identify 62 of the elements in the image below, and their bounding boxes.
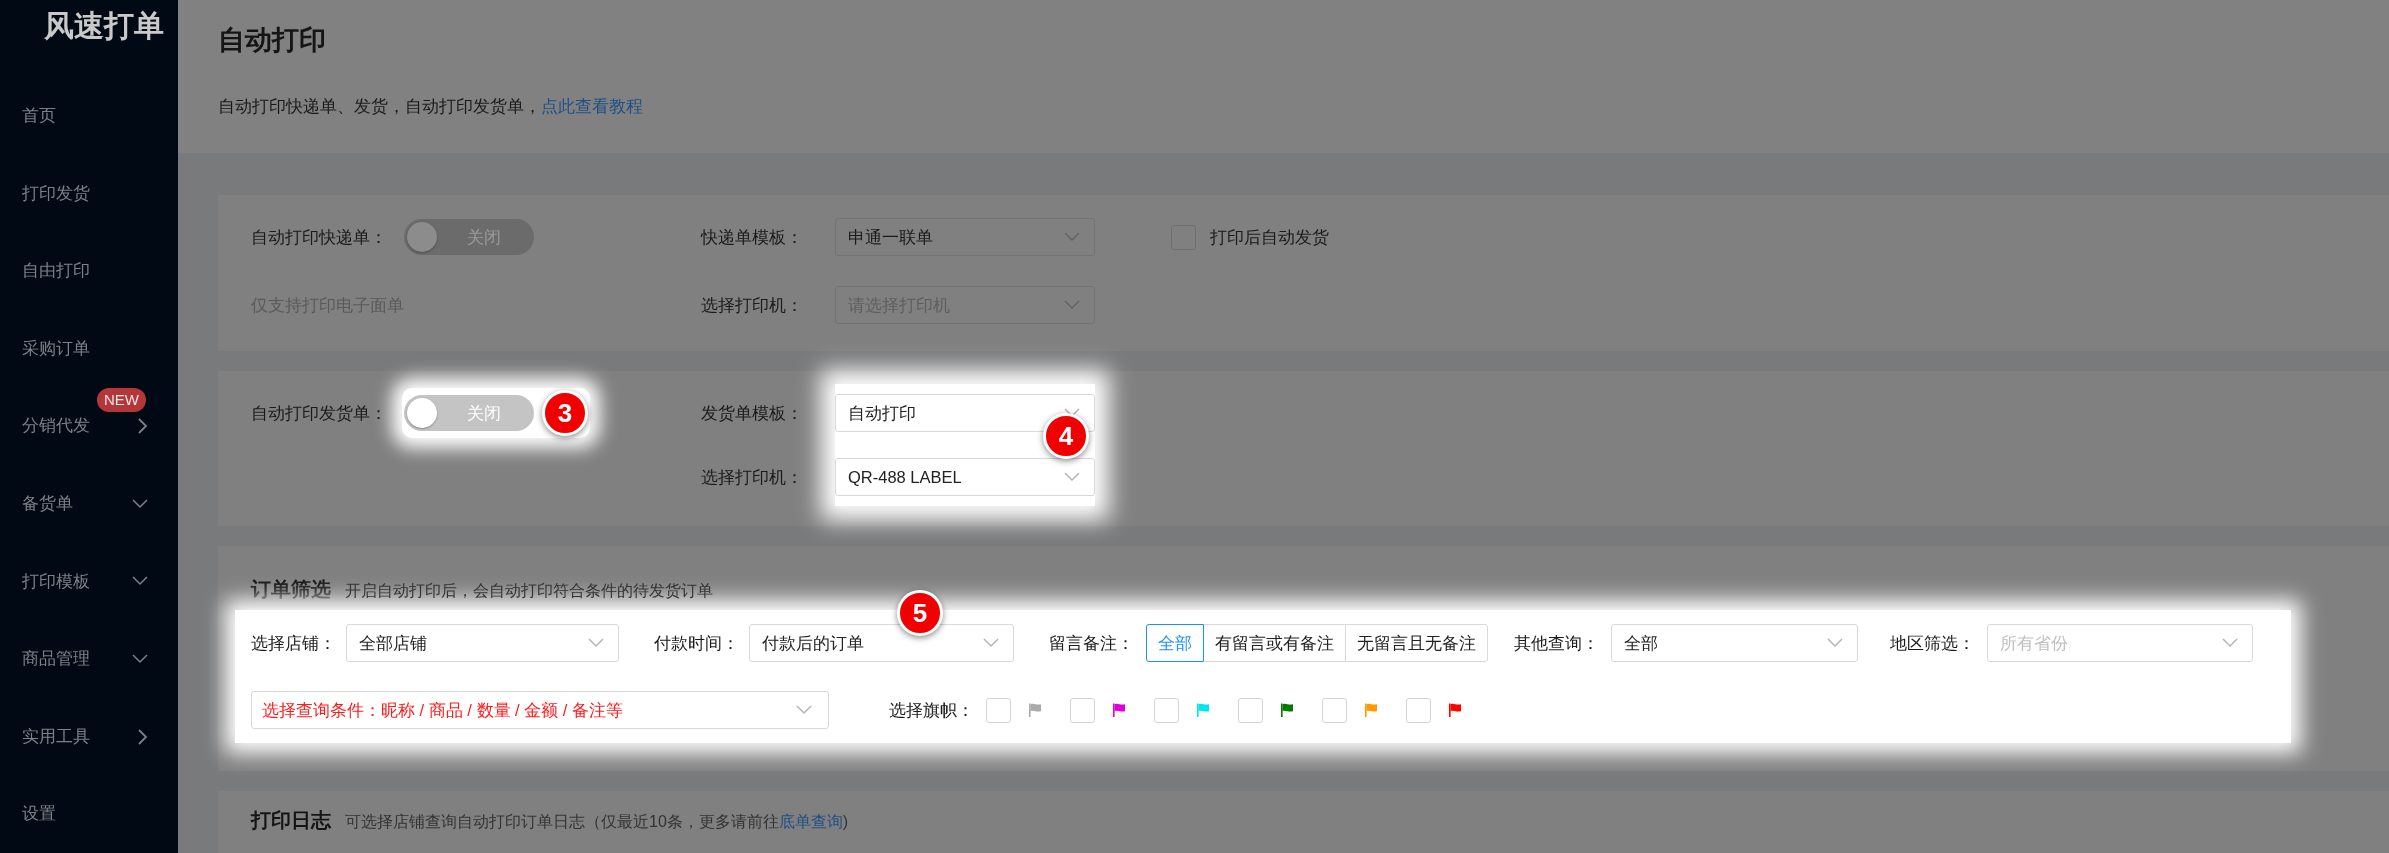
chevron-right-icon (138, 418, 148, 435)
chevron-right-icon (138, 728, 148, 745)
field-label: 发货单模板： (701, 402, 803, 424)
sidebar-item[interactable]: 设置 (0, 775, 178, 853)
chevron-down-icon (588, 638, 604, 648)
page-title: 自动打印 (218, 24, 327, 57)
chevron-down-icon (1064, 472, 1080, 482)
select-field[interactable]: 全部店铺 (346, 624, 619, 662)
select-field[interactable]: 付款后的订单 (749, 624, 1014, 662)
filter-option[interactable]: 无留言且无备注 (1345, 624, 1488, 662)
flag-checkbox[interactable] (1322, 697, 1347, 723)
chevron-down-icon (132, 576, 148, 587)
page-description: 自动打印快递单、发货，自动打印发货单，点此查看教程 (218, 96, 644, 117)
section-title: 打印日志 (251, 808, 331, 833)
sidebar-item[interactable]: 采购订单 (0, 309, 178, 388)
chevron-down-icon (1064, 300, 1080, 310)
query-condition-field[interactable]: 选择查询条件：昵称 / 商品 / 数量 / 金额 / 备注等 (251, 691, 829, 729)
flag-checkbox[interactable] (986, 697, 1011, 723)
sidebar-item[interactable]: 分销代发 NEW (0, 387, 178, 465)
chevron-down-icon (132, 498, 148, 509)
field-label: 自动打印发货单： (251, 402, 388, 424)
section-description: 开启自动打印后，会自动打印符合条件的待发货订单 (345, 581, 713, 601)
field-label: 打印后自动发货 (1210, 226, 1329, 248)
chevron-down-icon (1064, 232, 1080, 242)
filter-option[interactable]: 全部 (1146, 624, 1204, 662)
sidebar-item[interactable]: 打印发货 (0, 154, 178, 233)
step-marker: 4 (1043, 413, 1089, 459)
chevron-down-icon (796, 705, 812, 715)
new-badge: NEW (97, 388, 146, 413)
select-field[interactable]: 全部 (1611, 624, 1858, 662)
field-label: 快递单模板： (701, 226, 804, 248)
flag-checkbox[interactable] (1070, 697, 1095, 723)
field-label: 其他查询： (1514, 632, 1599, 654)
sidebar-item[interactable]: 首页 (0, 77, 178, 155)
step-marker: 5 (897, 590, 943, 636)
field-label: 地区筛选： (1890, 632, 1975, 654)
sidebar-item[interactable]: 打印模板 (0, 542, 178, 621)
sidebar-item[interactable]: 商品管理 (0, 620, 178, 698)
field-label: 选择店铺： (251, 632, 336, 654)
filter-option[interactable]: 有留言或有备注 (1203, 624, 1346, 662)
section-description: 可选择店铺查询自动打印订单日志（仅最近10条，更多请前往底单查询) (345, 812, 849, 832)
sidebar-item[interactable]: 自由打印 (0, 232, 178, 310)
chevron-down-icon (132, 653, 148, 664)
section-title: 订单筛选 (251, 577, 331, 602)
chevron-down-icon (1827, 638, 1843, 648)
field-label: 选择打印机： (701, 466, 803, 488)
step-marker: 3 (542, 390, 588, 436)
field-label: 选择旗帜： (889, 699, 974, 721)
select-field[interactable]: 申通一联单 (835, 218, 1095, 256)
flag-checkbox[interactable] (1406, 697, 1431, 723)
app-logo: 风速打单 (44, 8, 164, 44)
select-field[interactable]: QR-488 LABEL (835, 458, 1095, 496)
sidebar-item[interactable]: 实用工具 (0, 697, 178, 776)
field-label: 付款时间： (654, 632, 739, 654)
sidebar-item[interactable]: 备货单 (0, 464, 178, 543)
field-label: 自动打印快递单： (251, 226, 388, 248)
field-label: 选择打印机： (701, 294, 804, 316)
chevron-down-icon (983, 638, 999, 648)
field-label: 留言备注： (1049, 632, 1134, 654)
flag-checkbox[interactable] (1238, 697, 1263, 723)
chevron-down-icon (2222, 638, 2238, 648)
flag-checkbox[interactable] (1154, 697, 1179, 723)
